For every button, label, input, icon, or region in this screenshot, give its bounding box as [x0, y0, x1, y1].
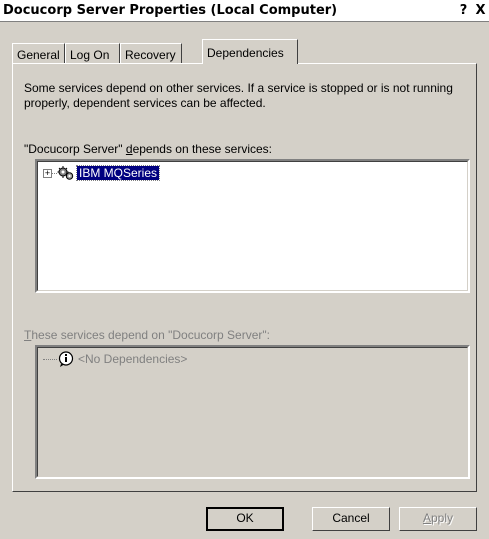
tab-recovery[interactable]: Recovery	[120, 43, 182, 63]
dependents-label-suffix: hese services depend on "Docucorp Server…	[31, 328, 270, 342]
tab-log-on[interactable]: Log On	[65, 43, 120, 63]
dependencies-description: Some services depend on other services. …	[24, 81, 453, 110]
depends-on-label: "Docucorp Server" depends on these servi…	[24, 142, 272, 156]
expand-icon[interactable]: +	[43, 168, 52, 178]
close-button[interactable]: X	[473, 3, 488, 18]
depends-on-label-prefix: "Docucorp Server"	[24, 142, 126, 156]
apply-button-label: pply	[431, 511, 454, 525]
dependents-tree[interactable]: <No Dependencies>	[35, 345, 470, 479]
tree-connector	[43, 358, 57, 360]
title-bar: Docucorp Server Properties (Local Comput…	[0, 0, 489, 22]
help-button[interactable]: ?	[456, 3, 471, 18]
tree-item[interactable]: + IBM MQSeries	[43, 165, 161, 181]
tree-item-label: <No Dependencies>	[78, 352, 188, 366]
tab-general[interactable]: General	[12, 43, 65, 63]
depends-on-label-suffix: epends on these services:	[132, 142, 272, 156]
properties-dialog: Docucorp Server Properties (Local Comput…	[0, 0, 489, 539]
window-title: Docucorp Server Properties (Local Comput…	[3, 3, 338, 18]
tab-dependencies[interactable]: Dependencies	[202, 39, 298, 64]
depends-on-label-accesskey: d	[125, 142, 133, 156]
ok-button[interactable]: OK	[206, 507, 284, 531]
service-gears-icon	[57, 166, 74, 180]
apply-button[interactable]: Apply	[399, 507, 477, 531]
tree-item-label[interactable]: IBM MQSeries	[75, 165, 161, 181]
dependents-label: These services depend on "Docucorp Serve…	[24, 328, 270, 342]
tree-item: <No Dependencies>	[43, 351, 187, 367]
apply-button-accesskey: A	[422, 511, 431, 525]
depends-on-tree[interactable]: + IBM MQSeries	[35, 159, 470, 293]
info-icon	[58, 351, 74, 367]
cancel-button[interactable]: Cancel	[312, 507, 390, 531]
